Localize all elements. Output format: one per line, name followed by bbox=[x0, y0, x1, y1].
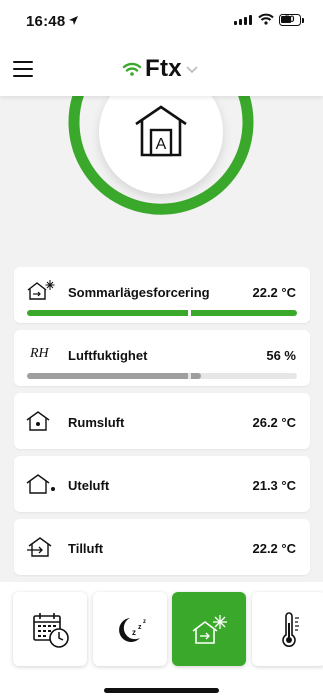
room-air-card[interactable]: Rumsluft 26.2 °C bbox=[14, 393, 310, 449]
mode-gauge: A bbox=[0, 96, 323, 266]
tab-temperature[interactable] bbox=[252, 592, 323, 666]
tab-schedule[interactable] bbox=[13, 592, 87, 666]
humidity-card[interactable]: RH Luftfuktighet 56 % bbox=[14, 330, 310, 386]
supply-air-value: 22.2 °C bbox=[252, 541, 296, 556]
tab-summer[interactable] bbox=[172, 592, 246, 666]
app-header: Ftx bbox=[0, 44, 323, 96]
tab-night[interactable]: z z z bbox=[93, 592, 167, 666]
room-air-icon bbox=[26, 411, 50, 431]
outdoor-air-value: 21.3 °C bbox=[252, 478, 296, 493]
summer-forcing-card[interactable]: Sommarlägesforcering 22.2 °C bbox=[14, 267, 310, 323]
summer-forcing-label: Sommarlägesforcering bbox=[68, 285, 210, 300]
location-arrow-icon bbox=[69, 16, 78, 25]
summer-forcing-bar bbox=[27, 310, 297, 316]
cellular-signal-icon bbox=[234, 15, 252, 25]
thermometer-icon bbox=[282, 612, 299, 647]
supply-air-card[interactable]: Tilluft 22.2 °C bbox=[14, 519, 310, 575]
room-air-value: 26.2 °C bbox=[252, 415, 296, 430]
mode-letter: A bbox=[156, 136, 167, 153]
summer-forcing-value: 22.2 °C bbox=[252, 285, 296, 300]
summer-mode-icon bbox=[192, 615, 227, 644]
humidity-bar bbox=[27, 373, 297, 379]
hamburger-menu-icon[interactable] bbox=[13, 61, 33, 77]
home-indicator[interactable] bbox=[104, 688, 219, 693]
status-bar: 16:48 50 bbox=[0, 0, 323, 44]
battery-level: 50 bbox=[284, 14, 295, 24]
room-air-label: Rumsluft bbox=[68, 415, 125, 430]
outdoor-air-card[interactable]: Uteluft 21.3 °C bbox=[14, 456, 310, 512]
chevron-down-icon bbox=[186, 66, 198, 74]
device-selector[interactable]: Ftx bbox=[122, 55, 198, 83]
brand-name: Ftx bbox=[145, 55, 182, 82]
calendar-clock-icon bbox=[33, 613, 69, 648]
night-sleep-icon: z z z bbox=[119, 618, 146, 642]
wifi-logo-icon bbox=[122, 62, 142, 76]
svg-text:z: z bbox=[138, 624, 142, 631]
humidity-label: Luftfuktighet bbox=[68, 348, 148, 363]
house-auto-icon: A bbox=[135, 105, 187, 157]
supply-air-icon bbox=[27, 537, 52, 557]
svg-text:z: z bbox=[132, 628, 136, 637]
outdoor-air-label: Uteluft bbox=[68, 478, 110, 493]
mode-tab-bar: z z z bbox=[0, 582, 323, 700]
battery-icon: 50 bbox=[279, 14, 301, 26]
wifi-status-icon bbox=[258, 13, 274, 25]
humidity-abbr: RH bbox=[30, 346, 49, 361]
svg-text:z: z bbox=[143, 619, 146, 625]
status-time: 16:48 bbox=[26, 13, 66, 30]
supply-air-label: Tilluft bbox=[68, 541, 104, 556]
summer-mode-icon bbox=[27, 280, 55, 300]
outdoor-air-icon bbox=[26, 474, 55, 494]
humidity-value: 56 % bbox=[266, 348, 296, 363]
